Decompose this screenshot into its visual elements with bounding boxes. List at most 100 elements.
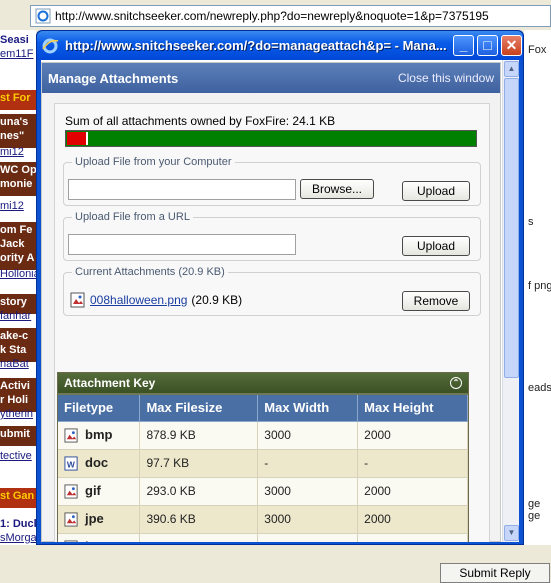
- forum-sidebar-link[interactable]: Activi: [0, 380, 30, 392]
- close-window-button[interactable]: ✕: [501, 35, 522, 56]
- upload-computer-legend: Upload File from your Computer: [75, 156, 232, 168]
- max-height-cell: 2000: [357, 533, 468, 542]
- window-title: http://www.snitchseeker.com/?do=manageat…: [65, 38, 447, 53]
- forum-sidebar-link[interactable]: em11F: [0, 48, 33, 60]
- key-table-row: bmp 878.9 KB 3000 2000: [58, 421, 468, 450]
- max-height-cell: 2000: [357, 477, 468, 506]
- attachment-key-table: Filetype Max Filesize Max Width Max Height …: [58, 395, 468, 542]
- forum-sidebar-link[interactable]: una's: [0, 116, 28, 128]
- max-filesize-cell: 390.6 KB: [139, 505, 259, 534]
- attachments-content: Sum of all attachments owned by FoxFire:…: [54, 103, 490, 542]
- forum-sidebar-link[interactable]: st For: [0, 92, 31, 104]
- attachment-key: Attachment Key ⌃ Filetype Max Filesize Max…: [57, 372, 469, 542]
- current-attachments-legend: Current Attachments (20.9 KB): [75, 266, 225, 278]
- svg-text:W: W: [67, 459, 75, 469]
- key-table-row: jpeg390.6 KB30002000: [58, 533, 468, 542]
- attachment-file-size: (20.9 KB): [191, 293, 243, 307]
- max-filesize-cell: 390.6 KB: [139, 533, 259, 542]
- forum-sidebar-link[interactable]: WC Op: [0, 164, 37, 176]
- max-height-cell: 2000: [357, 421, 468, 450]
- max-filesize-cell: 293.0 KB: [139, 477, 259, 506]
- forum-sidebar-link[interactable]: mi12: [0, 146, 24, 158]
- image-file-icon: [64, 512, 78, 527]
- forum-sidebar-link[interactable]: Hollonia: [0, 268, 40, 280]
- scrollbar-thumb[interactable]: [504, 78, 519, 378]
- ie-logo-icon: [42, 38, 59, 53]
- forum-sidebar-link[interactable]: Seasi: [0, 34, 29, 46]
- usage-bar-used: [67, 132, 88, 145]
- max-width-cell: 3000: [257, 505, 359, 534]
- scroll-up-icon[interactable]: ▲: [504, 61, 519, 77]
- max-width-cell: -: [257, 449, 359, 478]
- key-table-row: gif 293.0 KB 3000 2000: [58, 477, 468, 506]
- background-text: eads): [528, 382, 551, 394]
- submit-reply-button[interactable]: Submit Reply: [440, 563, 550, 583]
- forum-sidebar-link[interactable]: Jack: [0, 238, 24, 250]
- upload-url-legend: Upload File from a URL: [75, 211, 190, 223]
- forum-sidebar-link[interactable]: st Gan: [0, 490, 34, 502]
- forum-sidebar-link[interactable]: tective: [0, 450, 32, 462]
- window-titlebar[interactable]: http://www.snitchseeker.com/?do=manageat…: [37, 31, 523, 60]
- forum-sidebar-link[interactable]: om Fe: [0, 224, 32, 236]
- upload-computer-section: Upload File from your Computer Browse...…: [63, 156, 481, 206]
- key-table-row: Wdoc 97.7 KB - -: [58, 449, 468, 478]
- manage-attachments-panel: Manage Attachments Close this window Sum…: [41, 62, 501, 542]
- address-url: http://www.snitchseeker.com/newreply.php…: [55, 9, 489, 23]
- forum-sidebar-link[interactable]: k Sta: [0, 344, 26, 356]
- close-this-window-link[interactable]: Close this window: [398, 71, 494, 85]
- filetype-cell: Wdoc: [58, 449, 141, 478]
- upload-computer-button[interactable]: Upload: [402, 181, 470, 201]
- upload-url-section: Upload File from a URL Upload: [63, 211, 481, 261]
- filetype-cell: jpe: [58, 505, 141, 534]
- image-file-icon: [64, 484, 78, 499]
- key-column-header: Max Filesize: [139, 395, 259, 422]
- forum-sidebar-link[interactable]: ority A: [0, 252, 34, 264]
- maximize-button[interactable]: □: [477, 35, 498, 56]
- forum-sidebar-link[interactable]: naBat: [0, 358, 29, 370]
- forum-sidebar-link[interactable]: r Holi: [0, 394, 28, 406]
- background-text: f png: [528, 280, 551, 292]
- scroll-down-icon[interactable]: ▼: [504, 525, 519, 541]
- attachment-key-title: Attachment Key: [64, 376, 156, 390]
- panel-title: Manage Attachments: [48, 70, 179, 86]
- current-attachments-section: Current Attachments (20.9 KB) 008hallowe…: [63, 266, 481, 316]
- forum-sidebar-link[interactable]: ytherin: [0, 408, 33, 420]
- filetype-cell: jpeg: [58, 533, 141, 542]
- key-table-row: jpe 390.6 KB 3000 2000: [58, 505, 468, 534]
- forum-sidebar-link[interactable]: ubmit: [0, 428, 30, 440]
- attachment-sum-label: Sum of all attachments owned by FoxFire:…: [65, 114, 336, 128]
- max-height-cell: 2000: [357, 505, 468, 534]
- forum-sidebar-link[interactable]: monie: [0, 178, 32, 190]
- upload-url-button[interactable]: Upload: [402, 236, 470, 256]
- window-client-area: Manage Attachments Close this window Sum…: [41, 60, 519, 542]
- attachment-key-header[interactable]: Attachment Key ⌃: [58, 373, 468, 395]
- browse-button[interactable]: Browse...: [300, 179, 374, 199]
- background-text: s: [528, 216, 534, 228]
- image-file-icon: [70, 292, 85, 308]
- forum-sidebar-link[interactable]: fanhar: [0, 310, 31, 322]
- filetype-cell: bmp: [58, 421, 141, 450]
- key-column-header: Filetype: [58, 395, 141, 422]
- background-text: ge: [528, 498, 541, 510]
- forum-sidebar-link[interactable]: mi12: [0, 200, 24, 212]
- attachment-file-link[interactable]: 008halloween.png: [90, 293, 187, 307]
- collapse-icon[interactable]: ⌃: [450, 377, 462, 389]
- minimize-button[interactable]: _: [453, 35, 474, 56]
- forum-sidebar-link[interactable]: story: [0, 296, 27, 308]
- max-height-cell: -: [357, 449, 468, 478]
- vertical-scrollbar[interactable]: ▲ ▼: [502, 60, 519, 542]
- max-filesize-cell: 878.9 KB: [139, 421, 259, 450]
- upload-file-path-input[interactable]: [68, 179, 296, 200]
- forum-sidebar-link[interactable]: ake-c: [0, 330, 28, 342]
- key-column-header: Max Height: [357, 395, 468, 422]
- address-bar[interactable]: http://www.snitchseeker.com/newreply.php…: [30, 5, 551, 27]
- upload-url-input[interactable]: [68, 234, 296, 255]
- key-column-header: Max Width: [257, 395, 359, 422]
- background-forum-sidebar: Seasi em11F st For una's nes" mi12 WC Op monie m…: [0, 30, 107, 577]
- image-file-icon: [64, 428, 78, 443]
- max-width-cell: 3000: [257, 477, 359, 506]
- forum-sidebar-link[interactable]: nes": [0, 130, 24, 142]
- background-forum-right: Fox s f png eads) gege: [524, 30, 551, 545]
- background-text: ge: [528, 510, 541, 522]
- remove-attachment-button[interactable]: Remove: [402, 291, 470, 311]
